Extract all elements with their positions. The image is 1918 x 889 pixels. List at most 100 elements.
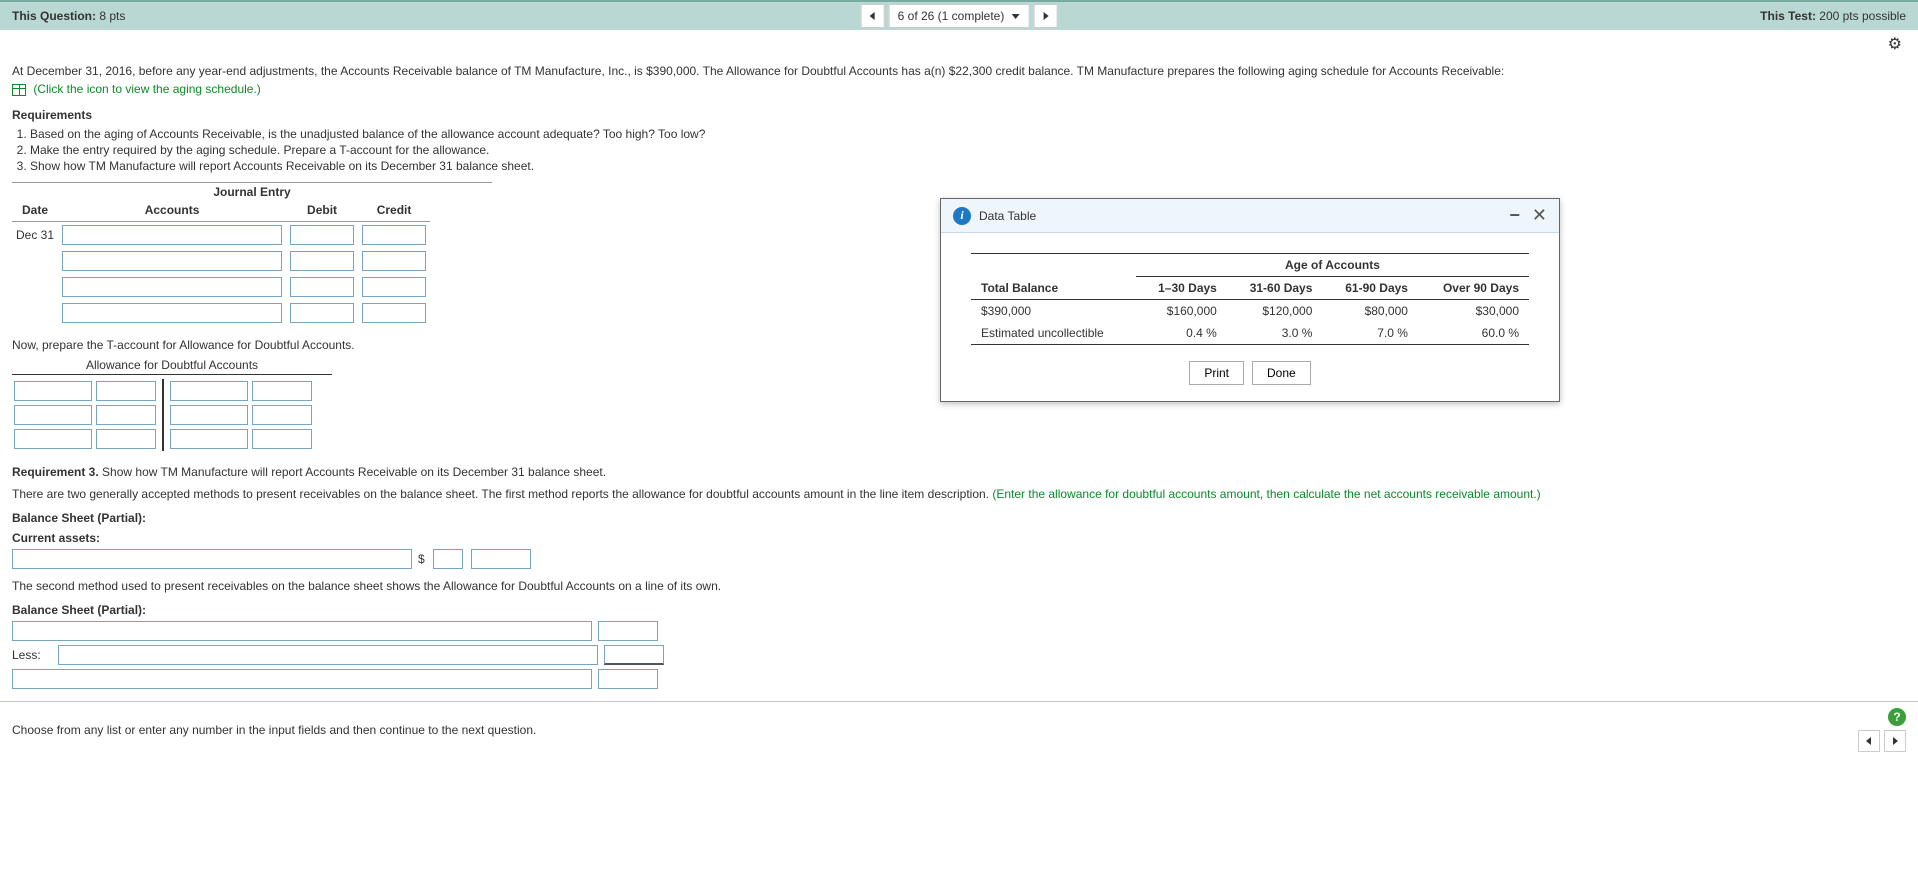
journal-entry-table: Date Accounts Debit Credit Dec 31 (12, 199, 430, 326)
t-left-amount-input[interactable] (96, 381, 156, 401)
t-left-amount-input[interactable] (96, 429, 156, 449)
bs-partial-2: Balance Sheet (Partial): (12, 603, 1906, 617)
je-account-input[interactable] (62, 251, 282, 271)
je-col-date: Date (12, 199, 58, 222)
dt-cell: $30,000 (1418, 300, 1529, 323)
dt-col: Over 90 Days (1418, 277, 1529, 300)
dt-cell: 7.0 % (1322, 322, 1418, 345)
je-credit-input[interactable] (362, 251, 426, 271)
question-dropdown[interactable]: 6 of 26 (1 complete) (889, 4, 1030, 28)
dt-est-label: Estimated uncollectible (971, 322, 1136, 345)
gear-icon[interactable]: ⚙ (1888, 34, 1902, 54)
dt-col: 31-60 Days (1227, 277, 1323, 300)
je-account-input[interactable] (62, 303, 282, 323)
view-schedule-link[interactable]: (Click the icon to view the aging schedu… (33, 82, 260, 96)
intro-text: At December 31, 2016, before any year-en… (12, 62, 1906, 80)
je-col-debit: Debit (286, 199, 358, 222)
question-nav: 6 of 26 (1 complete) (861, 4, 1058, 28)
t-right-label-input[interactable] (170, 405, 248, 425)
t-right-amount-input[interactable] (252, 381, 312, 401)
close-icon[interactable]: ✕ (1532, 205, 1547, 226)
requirement-3: Requirement 3. Show how TM Manufacture w… (12, 465, 1906, 479)
bs-partial-1: Balance Sheet (Partial): (12, 511, 1906, 525)
prev-question-button[interactable] (861, 4, 885, 28)
popup-header: i Data Table − ✕ (941, 199, 1559, 233)
question-pts: 8 pts (96, 9, 125, 23)
bs-line-desc-input[interactable] (12, 549, 412, 569)
dt-cell: $120,000 (1227, 300, 1323, 323)
bs-line-desc-input[interactable] (12, 621, 592, 641)
requirement-item: Show how TM Manufacture will report Acco… (30, 158, 1906, 174)
je-col-credit: Credit (358, 199, 430, 222)
popup-title: Data Table (979, 209, 1036, 223)
footer-prev-button[interactable] (1858, 730, 1880, 752)
bs-method2-row1 (12, 621, 1906, 641)
t-left-label-input[interactable] (14, 429, 92, 449)
bs-less-desc-input[interactable] (58, 645, 598, 665)
t-right-label-input[interactable] (170, 429, 248, 449)
print-button[interactable]: Print (1189, 361, 1244, 385)
aging-schedule-table: Age of Accounts Total Balance 1–30 Days … (971, 253, 1529, 345)
less-label: Less: (12, 648, 52, 662)
bs-less-amount-input[interactable] (604, 645, 664, 665)
dt-cell: 60.0 % (1418, 322, 1529, 345)
journal-entry-title: Journal Entry (12, 182, 492, 199)
current-assets-label: Current assets: (12, 531, 1906, 545)
requirement-item: Make the entry required by the aging sch… (30, 142, 1906, 158)
nav-text: 6 of 26 (1 complete) (898, 9, 1005, 23)
next-question-button[interactable] (1033, 4, 1057, 28)
dt-cell: 3.0 % (1227, 322, 1323, 345)
t-account-table (12, 379, 314, 451)
je-debit-input[interactable] (290, 225, 354, 245)
dt-cell: $390,000 (971, 300, 1136, 323)
dt-col: 1–30 Days (1136, 277, 1227, 300)
popup-body: Age of Accounts Total Balance 1–30 Days … (941, 233, 1559, 401)
je-account-input[interactable] (62, 225, 282, 245)
t-account-title: Allowance for Doubtful Accounts (12, 358, 332, 375)
method1-text: There are two generally accepted methods… (12, 487, 992, 501)
gear-bar: ⚙ (0, 30, 1918, 58)
bs-total-desc-input[interactable] (12, 669, 592, 689)
t-right-amount-input[interactable] (252, 429, 312, 449)
footer: Choose from any list or enter any number… (0, 701, 1918, 758)
t-left-amount-input[interactable] (96, 405, 156, 425)
content-area: At December 31, 2016, before any year-en… (0, 58, 1918, 701)
data-table-popup: i Data Table − ✕ Age of Accounts Total B… (940, 198, 1560, 402)
je-credit-input[interactable] (362, 277, 426, 297)
bs-allowance-input[interactable] (433, 549, 463, 569)
test-label-bold: This Test: (1760, 9, 1816, 23)
help-icon[interactable]: ? (1888, 708, 1906, 726)
je-debit-input[interactable] (290, 251, 354, 271)
je-debit-input[interactable] (290, 303, 354, 323)
t-right-label-input[interactable] (170, 381, 248, 401)
test-label: This Test: 200 pts possible (1760, 9, 1906, 23)
bs-net-input[interactable] (471, 549, 531, 569)
bs-amount-input[interactable] (598, 621, 658, 641)
chevron-down-icon (1010, 11, 1020, 21)
je-col-accounts: Accounts (58, 199, 286, 222)
t-left-label-input[interactable] (14, 405, 92, 425)
dt-col: Total Balance (971, 277, 1136, 300)
footer-next-button[interactable] (1884, 730, 1906, 752)
dt-cell: $160,000 (1136, 300, 1227, 323)
req3-text: Show how TM Manufacture will report Acco… (99, 465, 606, 479)
dollar-sign: $ (418, 552, 425, 566)
question-label-bold: This Question: (12, 9, 96, 23)
minimize-icon[interactable]: − (1509, 205, 1520, 226)
je-credit-input[interactable] (362, 303, 426, 323)
je-debit-input[interactable] (290, 277, 354, 297)
bs-method2-row3 (12, 669, 1906, 689)
t-right-amount-input[interactable] (252, 405, 312, 425)
bs-total-amount-input[interactable] (598, 669, 658, 689)
je-account-input[interactable] (62, 277, 282, 297)
req3-label: Requirement 3. (12, 465, 99, 479)
je-credit-input[interactable] (362, 225, 426, 245)
requirements-heading: Requirements (12, 108, 1906, 122)
done-button[interactable]: Done (1252, 361, 1311, 385)
test-pts: 200 pts possible (1816, 9, 1906, 23)
method1-instruction: (Enter the allowance for doubtful accoun… (992, 487, 1540, 501)
bs-method1-row: $ (12, 549, 1906, 569)
t-left-label-input[interactable] (14, 381, 92, 401)
popup-buttons: Print Done (971, 361, 1529, 385)
table-icon[interactable] (12, 84, 26, 96)
